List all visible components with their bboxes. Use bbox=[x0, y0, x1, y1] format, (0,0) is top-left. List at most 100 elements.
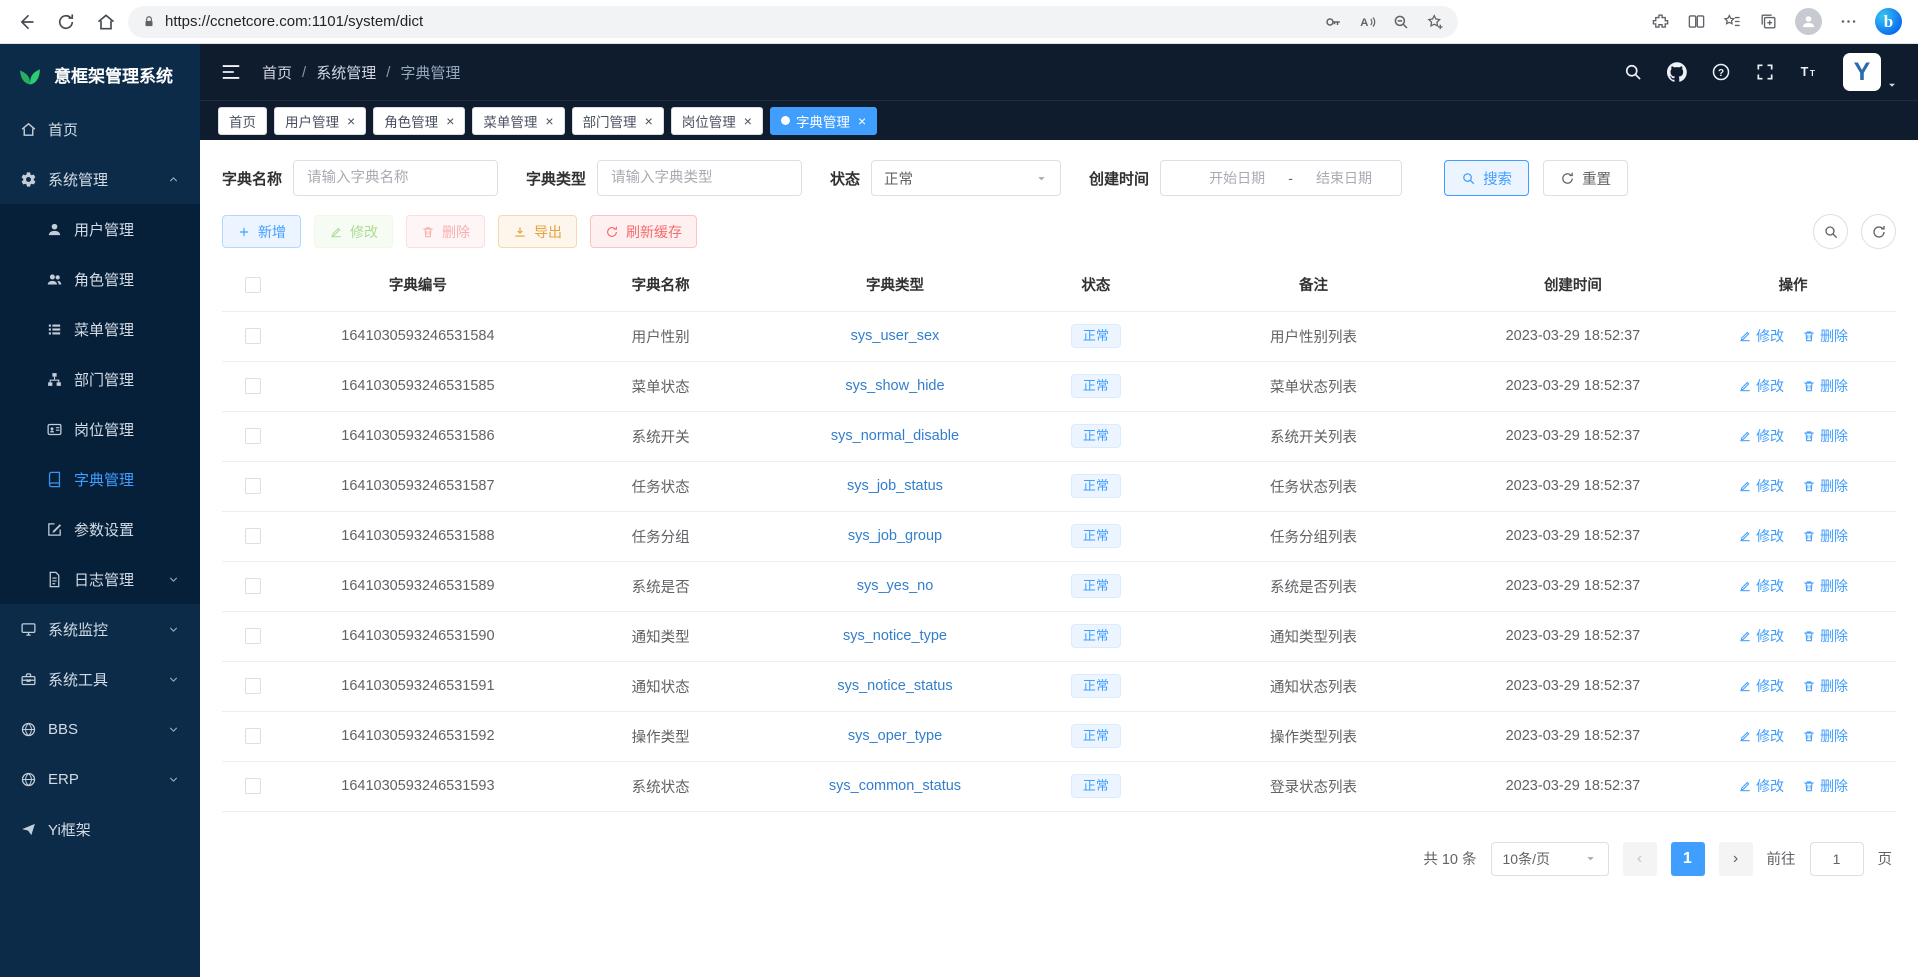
fullscreen-icon[interactable] bbox=[1755, 62, 1775, 82]
dict-type-link[interactable]: sys_notice_status bbox=[837, 678, 952, 694]
sidebar-item-menu-mgmt[interactable]: 菜单管理 bbox=[0, 304, 200, 354]
font-size-icon[interactable]: TT bbox=[1799, 62, 1819, 82]
row-edit-link[interactable]: 修改 bbox=[1738, 426, 1784, 446]
tab-home[interactable]: 首页 bbox=[218, 107, 267, 135]
tab-role-mgmt[interactable]: 角色管理× bbox=[373, 107, 465, 135]
dict-type-link[interactable]: sys_normal_disable bbox=[831, 428, 959, 444]
refresh-cache-button[interactable]: 刷新缓存 bbox=[590, 215, 697, 248]
row-checkbox[interactable] bbox=[245, 378, 261, 394]
row-checkbox[interactable] bbox=[245, 628, 261, 644]
sidebar-item-system-mgmt[interactable]: 系统管理 bbox=[0, 154, 200, 204]
breadcrumb-item[interactable]: 首页 bbox=[262, 62, 292, 83]
row-edit-link[interactable]: 修改 bbox=[1738, 676, 1784, 696]
more-icon[interactable] bbox=[1839, 12, 1858, 31]
page-size-select[interactable]: 10条/页 bbox=[1491, 842, 1609, 876]
sidebar-item-user-mgmt[interactable]: 用户管理 bbox=[0, 204, 200, 254]
delete-button[interactable]: 删除 bbox=[406, 215, 485, 248]
reset-button[interactable]: 重置 bbox=[1543, 160, 1628, 196]
tab-close-icon[interactable]: × bbox=[744, 114, 752, 128]
breadcrumb-item[interactable]: 字典管理 bbox=[400, 62, 460, 83]
row-delete-link[interactable]: 删除 bbox=[1802, 726, 1848, 746]
prev-page-button[interactable]: ‹ bbox=[1623, 842, 1657, 876]
key-icon[interactable] bbox=[1324, 13, 1342, 31]
tab-menu-mgmt[interactable]: 菜单管理× bbox=[472, 107, 564, 135]
status-select[interactable]: 正常 bbox=[871, 160, 1061, 196]
reload-icon[interactable] bbox=[56, 12, 76, 32]
add-button[interactable]: 新增 bbox=[222, 215, 301, 248]
row-checkbox[interactable] bbox=[245, 428, 261, 444]
refresh-button[interactable] bbox=[1861, 214, 1896, 249]
row-delete-link[interactable]: 删除 bbox=[1802, 326, 1848, 346]
github-icon[interactable] bbox=[1667, 62, 1687, 82]
row-edit-link[interactable]: 修改 bbox=[1738, 526, 1784, 546]
row-checkbox[interactable] bbox=[245, 678, 261, 694]
home-icon[interactable] bbox=[96, 12, 116, 32]
row-edit-link[interactable]: 修改 bbox=[1738, 576, 1784, 596]
dict-name-input[interactable] bbox=[293, 160, 498, 196]
row-checkbox[interactable] bbox=[245, 578, 261, 594]
read-aloud-icon[interactable]: A bbox=[1358, 13, 1376, 31]
favorites-icon[interactable] bbox=[1723, 12, 1742, 31]
dict-type-input[interactable] bbox=[597, 160, 802, 196]
tab-close-icon[interactable]: × bbox=[347, 114, 355, 128]
search-button[interactable] bbox=[1813, 214, 1848, 249]
row-delete-link[interactable]: 删除 bbox=[1802, 676, 1848, 696]
sidebar-toggle-icon[interactable] bbox=[220, 61, 242, 83]
next-page-button[interactable]: › bbox=[1719, 842, 1753, 876]
user-avatar[interactable]: Y bbox=[1843, 53, 1898, 91]
row-edit-link[interactable]: 修改 bbox=[1738, 626, 1784, 646]
sidebar-item-system-tools[interactable]: 系统工具 bbox=[0, 654, 200, 704]
row-delete-link[interactable]: 删除 bbox=[1802, 626, 1848, 646]
export-button[interactable]: 导出 bbox=[498, 215, 577, 248]
sidebar-item-bbs[interactable]: BBS bbox=[0, 704, 200, 754]
row-edit-link[interactable]: 修改 bbox=[1738, 376, 1784, 396]
split-screen-icon[interactable] bbox=[1687, 12, 1706, 31]
select-all-checkbox[interactable] bbox=[245, 277, 261, 293]
sidebar-item-home[interactable]: 首页 bbox=[0, 104, 200, 154]
search-icon[interactable] bbox=[1623, 62, 1643, 82]
tab-user-mgmt[interactable]: 用户管理× bbox=[274, 107, 366, 135]
sidebar-item-yi-framework[interactable]: Yi框架 bbox=[0, 804, 200, 854]
row-checkbox[interactable] bbox=[245, 778, 261, 794]
extensions-icon[interactable] bbox=[1651, 12, 1670, 31]
row-edit-link[interactable]: 修改 bbox=[1738, 326, 1784, 346]
date-range-picker[interactable]: 开始日期 - 结束日期 bbox=[1160, 160, 1402, 196]
question-icon[interactable]: ? bbox=[1711, 62, 1731, 82]
dict-type-link[interactable]: sys_job_status bbox=[847, 478, 943, 494]
breadcrumb-item[interactable]: 系统管理 bbox=[316, 62, 376, 83]
row-delete-link[interactable]: 删除 bbox=[1802, 576, 1848, 596]
row-delete-link[interactable]: 删除 bbox=[1802, 526, 1848, 546]
dict-type-link[interactable]: sys_show_hide bbox=[845, 378, 944, 394]
dict-type-link[interactable]: sys_common_status bbox=[829, 778, 961, 794]
sidebar-item-dept-mgmt[interactable]: 部门管理 bbox=[0, 354, 200, 404]
row-checkbox[interactable] bbox=[245, 728, 261, 744]
tab-close-icon[interactable]: × bbox=[645, 114, 653, 128]
dict-type-link[interactable]: sys_notice_type bbox=[843, 628, 947, 644]
row-checkbox[interactable] bbox=[245, 478, 261, 494]
sidebar-item-log-mgmt[interactable]: 日志管理 bbox=[0, 554, 200, 604]
profile-icon[interactable] bbox=[1795, 8, 1822, 35]
row-edit-link[interactable]: 修改 bbox=[1738, 726, 1784, 746]
row-checkbox[interactable] bbox=[245, 328, 261, 344]
dict-type-link[interactable]: sys_oper_type bbox=[848, 728, 942, 744]
row-edit-link[interactable]: 修改 bbox=[1738, 776, 1784, 796]
tab-dept-mgmt[interactable]: 部门管理× bbox=[572, 107, 664, 135]
sidebar-item-system-monitor[interactable]: 系统监控 bbox=[0, 604, 200, 654]
sidebar-item-post-mgmt[interactable]: 岗位管理 bbox=[0, 404, 200, 454]
tab-dict-mgmt[interactable]: 字典管理× bbox=[770, 107, 877, 135]
row-checkbox[interactable] bbox=[245, 528, 261, 544]
row-delete-link[interactable]: 删除 bbox=[1802, 776, 1848, 796]
row-delete-link[interactable]: 删除 bbox=[1802, 376, 1848, 396]
back-icon[interactable] bbox=[16, 12, 36, 32]
tab-close-icon[interactable]: × bbox=[446, 114, 454, 128]
star-plus-icon[interactable] bbox=[1426, 13, 1444, 31]
row-delete-link[interactable]: 删除 bbox=[1802, 476, 1848, 496]
tab-close-icon[interactable]: × bbox=[858, 114, 866, 128]
bing-icon[interactable]: b bbox=[1875, 8, 1902, 35]
row-edit-link[interactable]: 修改 bbox=[1738, 476, 1784, 496]
goto-page-input[interactable] bbox=[1810, 842, 1864, 876]
row-delete-link[interactable]: 删除 bbox=[1802, 426, 1848, 446]
sidebar-item-param-settings[interactable]: 参数设置 bbox=[0, 504, 200, 554]
search-button[interactable]: 搜索 bbox=[1444, 160, 1529, 196]
tab-close-icon[interactable]: × bbox=[545, 114, 553, 128]
